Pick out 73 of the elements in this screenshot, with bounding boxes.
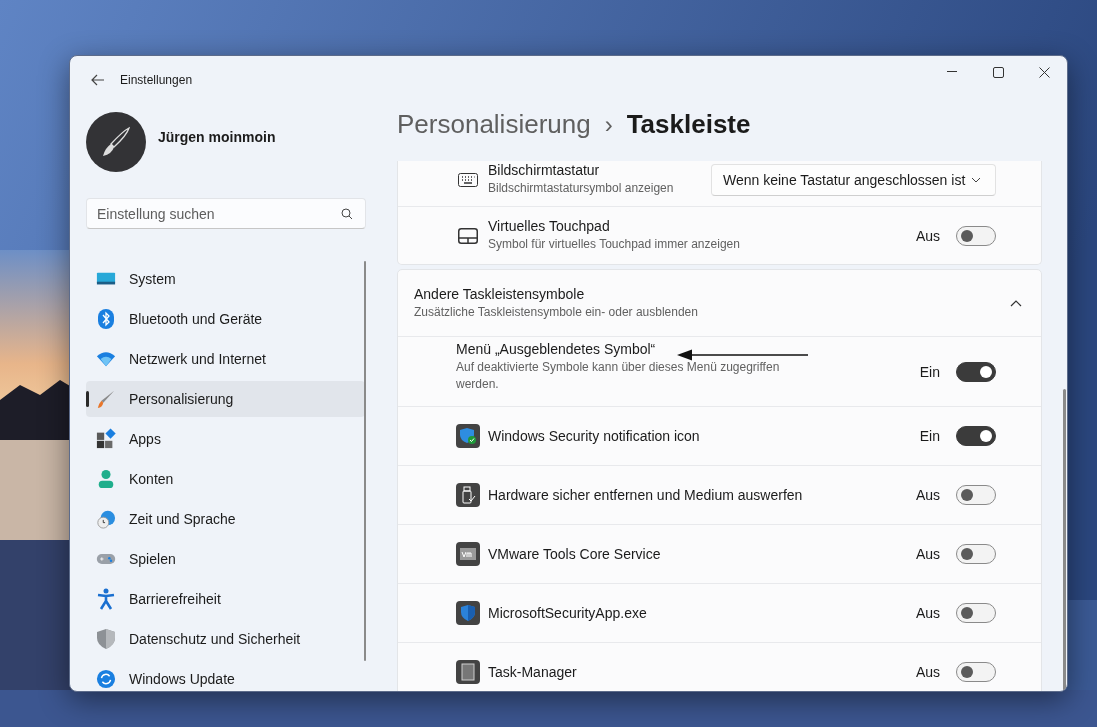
toggle-switch[interactable] [956, 361, 996, 382]
toggle-switch[interactable] [956, 485, 996, 505]
setting-description: Bildschirmtastatursymbol anzeigen [488, 180, 675, 197]
sidebar-item[interactable]: Windows Update [86, 661, 365, 691]
sidebar-item-icon [96, 508, 116, 530]
group-description: Zusätzliche Taskleistensymbole ein- oder ausblenden [414, 303, 699, 321]
setting-description: Auf deaktivierte Symbole kann über dieses Menü zugegriffen werden. [456, 358, 781, 393]
app-icon [456, 601, 480, 625]
keyboard-icon [458, 172, 478, 187]
sidebar-item-icon [96, 388, 116, 410]
sidebar-item-icon [96, 628, 116, 650]
dropdown[interactable]: Wenn keine Tastatur angeschlossen ist [711, 163, 996, 196]
sidebar-item[interactable]: Zeit und Sprache [86, 501, 365, 537]
sidebar-item[interactable]: Barrierefreiheit [86, 581, 365, 617]
sidebar-item[interactable]: Apps [86, 421, 365, 457]
scrollbar[interactable] [1063, 389, 1066, 691]
group-title: Andere Taskleistensymbole [414, 285, 585, 302]
chevron-down-icon [971, 176, 981, 183]
sidebar-item-icon [96, 428, 116, 450]
back-arrow-icon [91, 74, 105, 86]
sidebar-item-icon [96, 588, 116, 610]
sidebar-item[interactable]: Netzwerk und Internet [86, 341, 365, 377]
setting-title: Menü „Ausgeblendetes Symbol“ [456, 340, 656, 357]
chevron-up-icon[interactable] [1010, 299, 1022, 307]
scrollbar[interactable] [364, 261, 366, 661]
toggle-state-label: Aus [915, 664, 940, 680]
toggle-state-label: Aus [915, 605, 940, 621]
toggle-switch[interactable] [956, 225, 996, 246]
toggle-switch[interactable] [956, 544, 996, 564]
sidebar-item[interactable]: Konten [86, 461, 365, 497]
setting-title: Task-Manager [488, 664, 577, 680]
breadcrumb-parent[interactable]: Personalisierung [397, 109, 591, 140]
page-title: Taskleiste [626, 109, 751, 140]
sidebar-item-icon [96, 668, 116, 690]
app-icon [456, 424, 480, 448]
toggle-state-label: Ein [919, 428, 940, 444]
search-field[interactable]: Einstellung suchen [86, 198, 366, 229]
toggle-switch[interactable] [956, 662, 996, 682]
toggle-state-label: Aus [915, 546, 940, 562]
app-icon [456, 483, 480, 507]
toggle-switch[interactable] [956, 603, 996, 623]
setting-title: Windows Security notification icon [488, 428, 700, 444]
window-title: Einstellungen [120, 73, 194, 87]
search-icon[interactable] [341, 208, 353, 220]
sidebar-item-icon [96, 271, 116, 287]
toggle-state-label: Ein [919, 363, 940, 380]
sidebar-item[interactable]: Datenschutz und Sicherheit [86, 621, 365, 657]
sidebar-item-icon [96, 308, 116, 330]
setting-title: MicrosoftSecurityApp.exe [488, 605, 647, 621]
close-icon [1038, 66, 1050, 78]
sidebar-item-icon [96, 350, 116, 368]
avatar [86, 112, 146, 172]
toggle-state-label: Aus [915, 227, 940, 244]
sidebar-item-icon [96, 551, 116, 567]
minimize-icon [947, 71, 957, 73]
user-name: Jürgen moinmoin [158, 129, 276, 145]
setting-title: Virtuelles Touchpad [488, 218, 610, 234]
app-icon [456, 660, 480, 684]
setting-description: Symbol für virtuelles Touchpad immer anzeigen [488, 236, 741, 253]
app-icon [456, 542, 480, 566]
sidebar-item[interactable]: Bluetooth und Geräte [86, 301, 365, 337]
sidebar-item-icon [96, 468, 116, 490]
setting-title: Bildschirmtastatur [488, 162, 600, 178]
setting-title: VMware Tools Core Service [488, 546, 661, 562]
setting-title: Hardware sicher entfernen und Medium auswerfen [488, 487, 803, 503]
sidebar-item[interactable]: System [86, 261, 365, 297]
sidebar-item[interactable]: Personalisierung [86, 381, 365, 417]
maximize-icon [992, 66, 1004, 78]
sidebar-item[interactable]: Spielen [86, 541, 365, 577]
toggle-state-label: Aus [915, 487, 940, 503]
breadcrumb-separator: › [604, 110, 613, 139]
toggle-switch[interactable] [956, 426, 996, 446]
touchpad-icon [458, 227, 478, 244]
